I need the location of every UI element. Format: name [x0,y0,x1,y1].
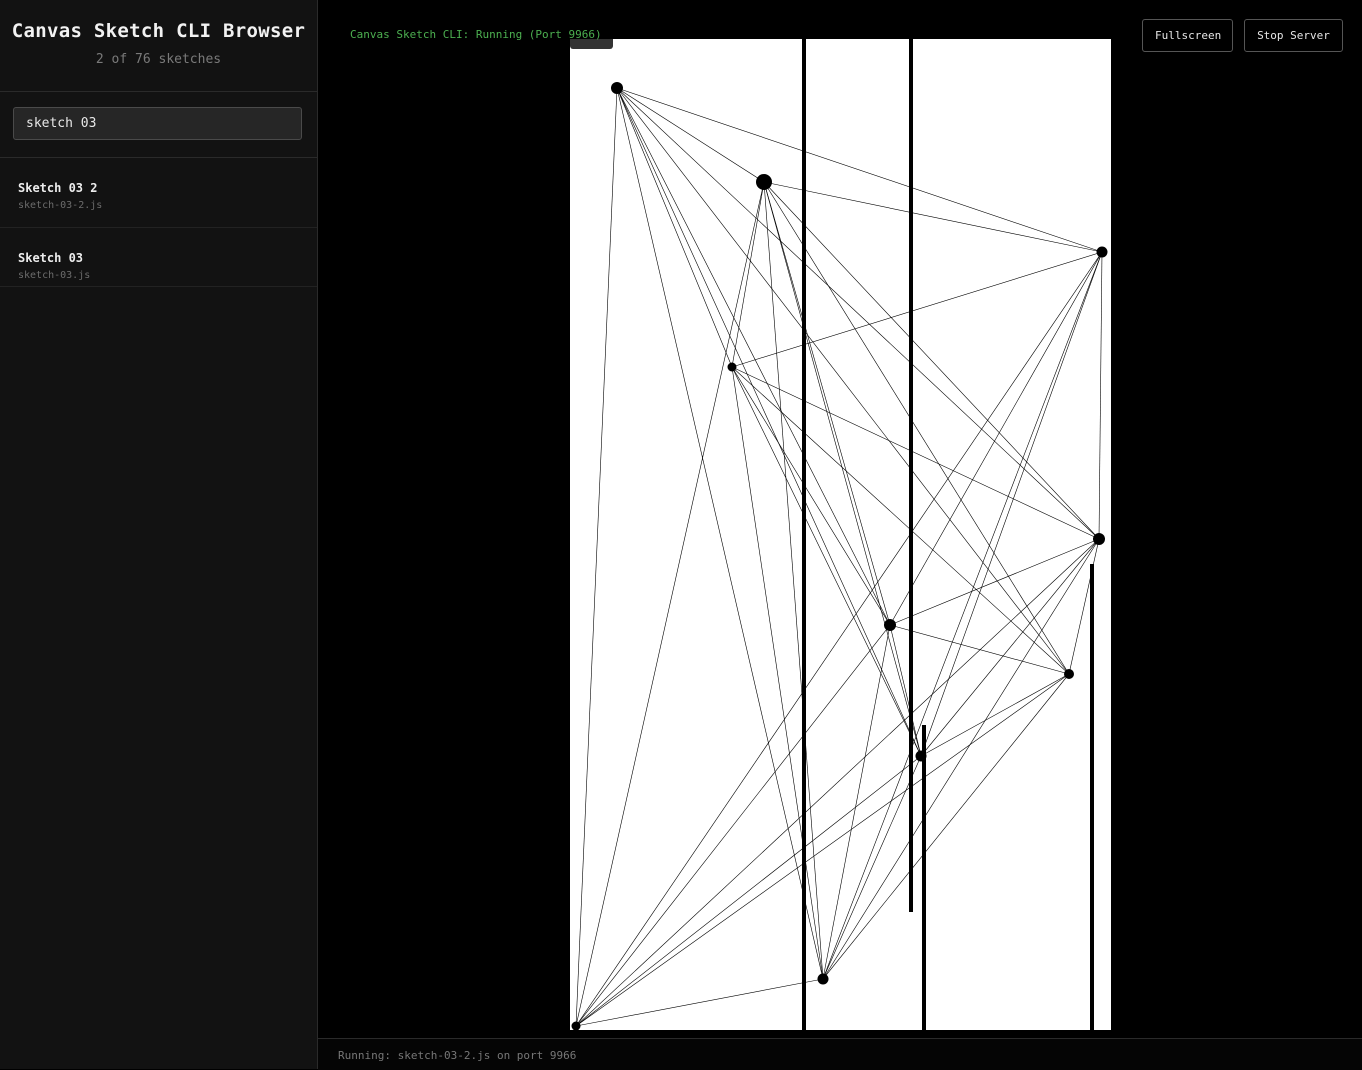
sketch-edge [763,181,1103,253]
sketch-node [1093,533,1105,545]
sketch-edge [920,538,1100,757]
sketch-bar [1090,564,1094,1030]
sketch-node [884,619,896,631]
sketch-node [817,973,829,985]
sketch-edge [616,87,733,368]
sketch-node [756,174,772,190]
sketch-edge [616,87,765,183]
sketch-edge [575,978,824,1027]
sketch-node [1096,246,1108,258]
sketch-name: Sketch 03 2 [18,181,98,195]
server-status: Canvas Sketch CLI: Running (Port 9966) [350,28,602,41]
search-input[interactable] [13,107,302,140]
sketch-edge [822,673,1070,980]
sketch-bar [909,39,913,912]
sketch-edge [822,251,1103,980]
sketch-edge [763,181,824,980]
main-panel: Canvas Sketch CLI: Running (Port 9966) F… [318,0,1362,1070]
sketch-edge [575,755,922,1027]
sketch-node [611,82,623,94]
sketch-edge [731,366,824,980]
sketch-edge [920,251,1103,757]
sketch-edge [731,181,765,368]
sidebar: Canvas Sketch CLI Browser 2 of 76 sketch… [0,0,318,1069]
sketch-bar [922,725,926,1030]
sketch-edge [763,181,1100,540]
sketch-edge [1098,251,1103,540]
fullscreen-button[interactable]: Fullscreen [1142,19,1233,52]
search-area [0,92,317,158]
sketch-filename: sketch-03.js [18,270,91,281]
sketch-bar [802,39,806,1030]
sketch-node [915,750,927,762]
sketch-edge [731,366,1100,540]
running-status: Running: sketch-03-2.js on port 9966 [338,1049,577,1062]
sketch-list: Sketch 03 2 sketch-03-2.js Sketch 03 ske… [0,158,317,287]
sketch-drawing [571,39,1108,1030]
stop-server-button[interactable]: Stop Server [1244,19,1343,52]
sketch-canvas[interactable] [570,39,1111,1030]
sketch-name: Sketch 03 [18,251,84,265]
sketch-edge [889,624,922,757]
sketch-edge [822,755,922,980]
sketch-edge [763,181,1070,675]
list-item[interactable]: Sketch 03 2 sketch-03-2.js [0,158,317,228]
app-title: Canvas Sketch CLI Browser [11,20,306,42]
status-bar: Running: sketch-03-2.js on port 9966 [318,1038,1362,1070]
sketch-edge [575,87,618,1027]
sketch-node [1064,669,1074,679]
sidebar-header: Canvas Sketch CLI Browser 2 of 76 sketch… [0,0,317,92]
sketch-edge [731,366,891,626]
sketch-edge [763,181,922,757]
sketch-edge [575,538,1100,1027]
sketch-node [727,362,737,372]
sketch-edge [575,251,1103,1027]
sketch-count: 2 of 76 sketches [95,52,222,67]
sketch-edge [616,87,1103,253]
sketch-edge [763,181,891,626]
sketch-edge [920,673,1070,757]
sketch-edge [575,181,765,1027]
sketch-edge [1068,538,1100,675]
list-item[interactable]: Sketch 03 sketch-03.js [0,228,317,287]
sketch-edge [616,87,1100,540]
sketch-edge [616,87,891,626]
sketch-filename: sketch-03-2.js [18,200,103,211]
sketch-edge [731,366,922,757]
sketch-edge [575,624,891,1027]
